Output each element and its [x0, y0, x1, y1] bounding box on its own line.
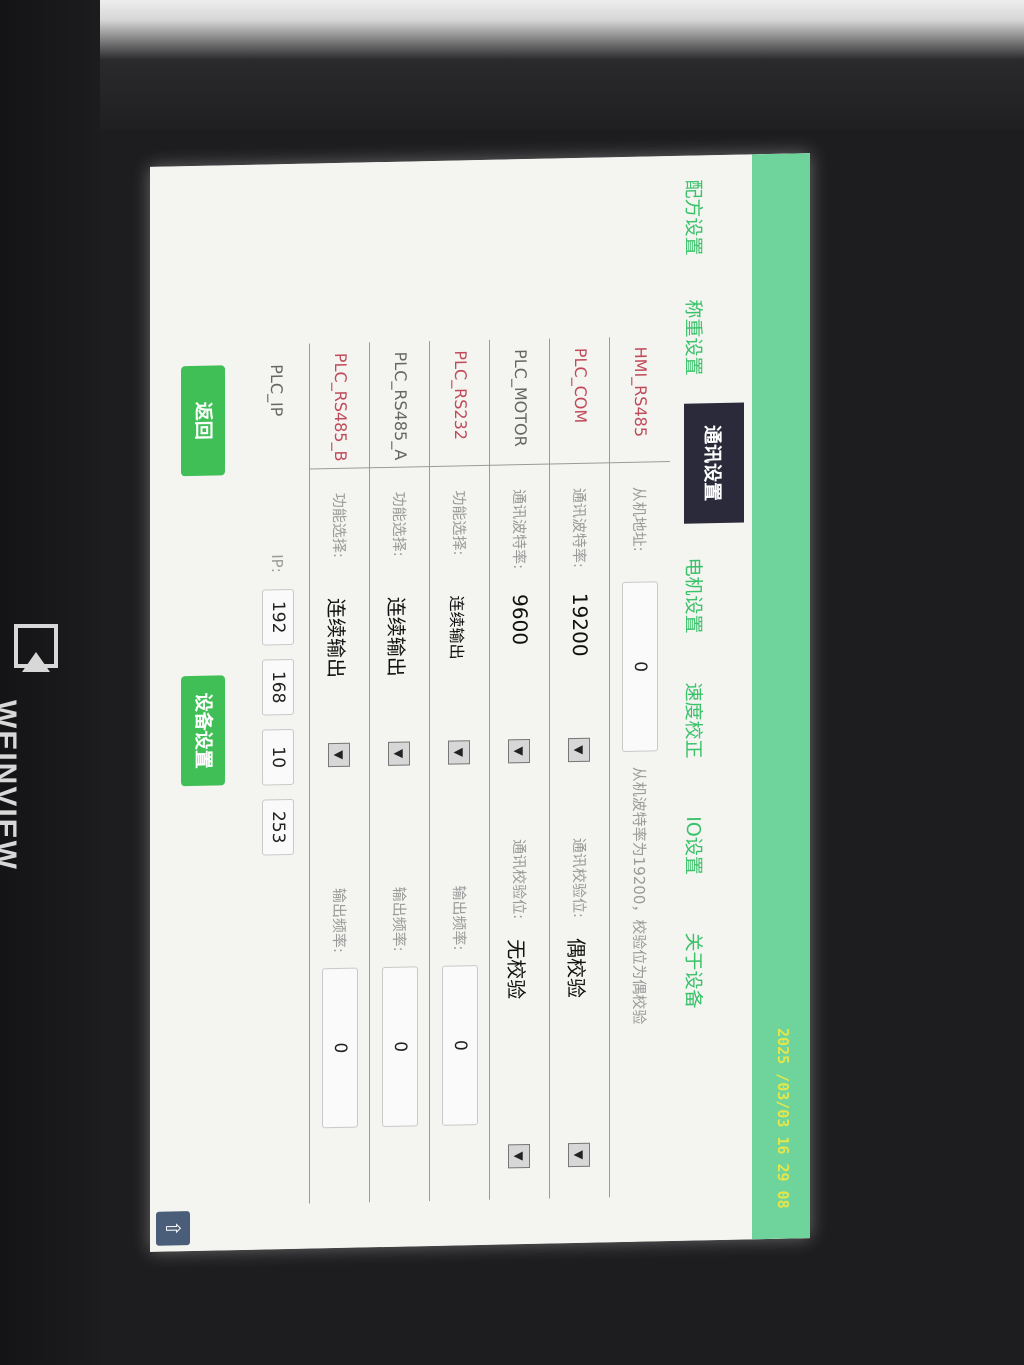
table-row: PLC_COM 通讯波特率: 19200 ▼ 通讯校验位: 偶校验 ▼: [549, 337, 610, 1199]
hmi-canvas: 2025 /03/03 16 29 08 配方设置 称重设置 通讯设置 电机设置…: [150, 153, 810, 1252]
output-frequency-input[interactable]: 0: [382, 966, 418, 1128]
weinview-logo-icon: [14, 624, 58, 672]
row-name: PLC_RS232: [451, 350, 470, 441]
settings-table: HMI_RS485 从机地址: 0 从机波特率为19200，校验位为偶校验 PL…: [240, 336, 670, 1205]
table-row: HMI_RS485 从机地址: 0 从机波特率为19200，校验位为偶校验: [609, 336, 670, 1198]
output-frequency-input[interactable]: 0: [442, 965, 478, 1126]
parity-label: 通讯校验位:: [570, 837, 588, 919]
slave-note: 从机波特率为19200，校验位为偶校验: [630, 766, 648, 1025]
row-name: PLC_MOTOR: [511, 348, 530, 447]
output-frequency-label: 输出频率:: [450, 885, 468, 951]
output-frequency-label: 输出频率:: [330, 887, 348, 954]
ip-label: IP:: [268, 554, 286, 573]
ip-octet-2[interactable]: 168: [262, 658, 294, 716]
row-name: HMI_RS485: [631, 346, 650, 438]
function-label: 功能选择:: [450, 490, 468, 556]
table-row: PLC_RS485_B 功能选择: 连续输出 ▼ 输出频率: 0: [309, 342, 370, 1204]
output-frequency-label: 输出频率:: [390, 886, 408, 952]
parity-label: 通讯校验位:: [510, 838, 528, 920]
nav-item-recipe[interactable]: 配方设置: [640, 156, 750, 278]
status-bar: 2025 /03/03 16 29 08: [752, 153, 810, 1240]
row-name: PLC_RS485_A: [391, 351, 410, 461]
function-label: 功能选择:: [390, 491, 408, 557]
hmi-screen: 2025 /03/03 16 29 08 配方设置 称重设置 通讯设置 电机设置…: [150, 153, 810, 1252]
up-arrow-icon[interactable]: ⇧: [156, 1211, 190, 1246]
parity-value[interactable]: 偶校验: [563, 938, 592, 999]
back-button[interactable]: 返回: [181, 365, 225, 477]
parity-value[interactable]: 无校验: [503, 939, 532, 1000]
monitor-bezel-left: [0, 0, 100, 1365]
output-frequency-input[interactable]: 0: [322, 967, 358, 1129]
row-name: PLC_RS485_B: [331, 352, 350, 462]
ip-row: PLC_IP IP: 192 168 10 253: [240, 344, 310, 1205]
slave-address-input[interactable]: 0: [622, 581, 658, 753]
brand-logo: WEINVIEW: [0, 700, 22, 871]
dropdown-arrow-icon[interactable]: ▼: [568, 1142, 590, 1168]
dropdown-arrow-icon[interactable]: ▼: [508, 738, 530, 764]
datetime-display: 2025 /03/03 16 29 08: [774, 1027, 792, 1209]
dropdown-arrow-icon[interactable]: ▼: [328, 742, 350, 768]
baud-rate-label: 通讯波特率:: [510, 488, 528, 570]
ip-octet-4[interactable]: 253: [262, 798, 294, 856]
function-value[interactable]: 连续输出: [383, 596, 412, 678]
baud-rate-value[interactable]: 9600: [508, 594, 532, 645]
function-value[interactable]: 连续输出: [446, 595, 470, 660]
row-name: PLC_IP: [267, 364, 286, 417]
baud-rate-label: 通讯波特率:: [570, 487, 588, 569]
slave-address-label: 从机地址:: [630, 486, 648, 552]
baud-rate-value[interactable]: 19200: [568, 593, 592, 657]
table-row: PLC_MOTOR 通讯波特率: 9600 ▼ 通讯校验位: 无校验 ▼: [489, 338, 550, 1200]
dropdown-arrow-icon[interactable]: ▼: [568, 737, 590, 763]
ip-octet-1[interactable]: 192: [262, 588, 294, 646]
dropdown-arrow-icon[interactable]: ▼: [448, 740, 470, 765]
function-label: 功能选择:: [330, 492, 348, 559]
dropdown-arrow-icon[interactable]: ▼: [508, 1143, 530, 1169]
table-row: PLC_RS485_A 功能选择: 连续输出 ▼ 输出频率: 0: [369, 341, 430, 1203]
device-settings-button[interactable]: 设备设置: [181, 675, 225, 787]
function-value[interactable]: 连续输出: [323, 598, 352, 679]
nav-item-communication[interactable]: 通讯设置: [684, 402, 744, 524]
monitor-bezel-top: [0, 0, 1024, 130]
dropdown-arrow-icon[interactable]: ▼: [388, 741, 410, 766]
row-name: PLC_COM: [571, 347, 590, 424]
table-row: PLC_RS232 功能选择: 连续输出 ▼ 输出频率: 0: [429, 339, 490, 1202]
ip-octet-3[interactable]: 10: [262, 728, 294, 786]
